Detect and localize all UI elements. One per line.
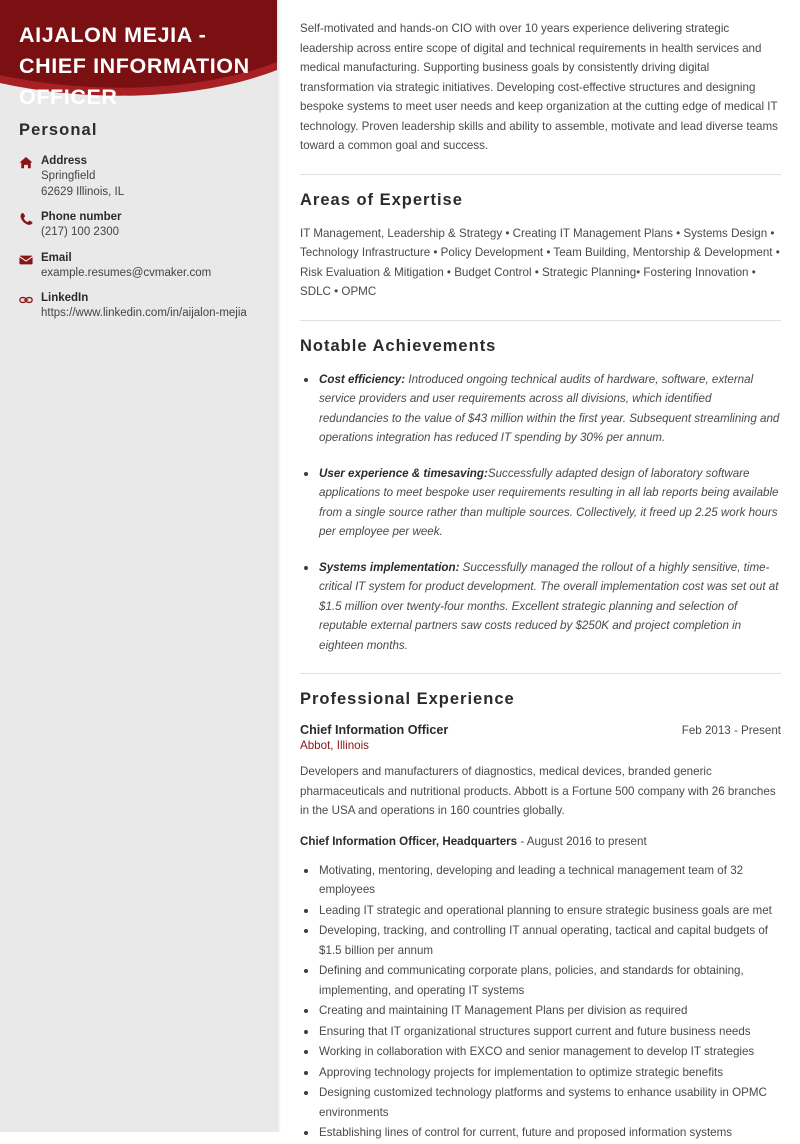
contact-label: Address (41, 155, 88, 167)
job-duties-list: Motivating, mentoring, developing and le… (300, 861, 781, 1143)
list-item: Developing, tracking, and controlling IT… (300, 921, 781, 960)
achievement-text: Successfully managed the rollout of a hi… (319, 560, 779, 652)
link-icon (19, 291, 41, 307)
contact-label: LinkedIn (41, 292, 89, 304)
section-title: Notable Achievements (300, 336, 497, 355)
profile-summary: Self-motivated and hands-on CIO with ove… (300, 22, 778, 152)
contact-text: Address Springfield 62629 Illinois, IL (41, 154, 269, 200)
list-item: Leading IT strategic and operational pla… (300, 901, 781, 921)
section-title: Areas of Expertise (300, 190, 463, 209)
list-item: User experience & timesaving:Successfull… (300, 464, 781, 542)
job-date: Feb 2013 - Present (681, 724, 781, 737)
page-title: AIJALON MEJIA - CHIEF INFORMATION OFFICE… (19, 23, 250, 109)
list-item: Defining and communicating corporate pla… (300, 961, 781, 1000)
job-header: Chief Information Officer Feb 2013 - Pre… (300, 723, 781, 737)
job-role-line: Chief Information Officer, Headquarters … (300, 835, 781, 848)
home-icon (19, 154, 41, 170)
contact-label: Email (41, 251, 72, 264)
job-role-title: Chief Information Officer, Headquarters (300, 834, 518, 848)
list-item: Motivating, mentoring, developing and le… (300, 861, 781, 900)
job-entry: Chief Information Officer Feb 2013 - Pre… (300, 723, 781, 1143)
contact-value: https://www.linkedin.com/in/aijalon-meji… (41, 307, 247, 319)
job-role-period: - August 2016 to present (517, 834, 647, 848)
contact-value: 62629 Illinois, IL (41, 185, 125, 198)
sidebar: AIJALON MEJIA - CHIEF INFORMATION OFFICE… (0, 0, 277, 1132)
achievement-lead: Cost efficiency: (319, 372, 406, 386)
contact-text: Phone number (217) 100 2300 (41, 210, 269, 241)
section-professional-experience: Professional Experience Chief Informatio… (300, 690, 781, 1143)
contact-item-linkedin: LinkedIn https://www.linkedin.com/in/aij… (19, 291, 269, 322)
job-company: Abbot, Illinois (300, 739, 369, 752)
expertise-text: IT Management, Leadership & Strategy • C… (300, 226, 780, 299)
job-title: Chief Information Officer (300, 723, 449, 737)
contact-value: example.resumes@cvmaker.com (41, 266, 212, 279)
main-content: Self-motivated and hands-on CIO with ove… (300, 0, 781, 1144)
section-notable-achievements: Notable Achievements Cost efficiency: In… (300, 337, 781, 656)
list-item: Systems implementation: Successfully man… (300, 558, 781, 656)
contact-text: Email example.resumes@cvmaker.com (41, 251, 269, 282)
list-item: Designing customized technology platform… (300, 1083, 781, 1122)
achievement-lead: Systems implementation: (319, 560, 460, 574)
envelope-icon (19, 251, 41, 267)
phone-icon (19, 210, 41, 226)
list-item: Approving technology projects for implem… (300, 1063, 781, 1083)
contact-item-phone: Phone number (217) 100 2300 (19, 210, 269, 241)
contact-value: (217) 100 2300 (41, 226, 120, 238)
contact-text: LinkedIn https://www.linkedin.com/in/aij… (41, 291, 269, 322)
achievements-list: Cost efficiency: Introduced ongoing tech… (300, 370, 781, 656)
contact-item-address: Address Springfield 62629 Illinois, IL (19, 154, 269, 200)
section-areas-of-expertise: Areas of Expertise IT Management, Leader… (300, 191, 781, 302)
section-divider (300, 173, 781, 175)
list-item: Working in collaboration with EXCO and s… (300, 1042, 781, 1062)
section-divider (300, 319, 781, 321)
contact-item-email: Email example.resumes@cvmaker.com (19, 251, 269, 282)
job-description: Developers and manufacturers of diagnost… (300, 765, 776, 817)
contact-label: Phone number (41, 211, 122, 223)
section-divider (300, 673, 781, 674)
contact-value: Springfield (41, 170, 96, 182)
list-item: Establishing lines of control for curren… (300, 1123, 781, 1143)
section-title: Professional Experience (300, 690, 515, 708)
list-item: Cost efficiency: Introduced ongoing tech… (300, 370, 781, 448)
personal-heading: Personal (19, 121, 98, 139)
list-item: Ensuring that IT organizational structur… (300, 1022, 781, 1042)
achievement-lead: User experience & timesaving: (319, 466, 488, 480)
sidebar-divider (277, 0, 281, 1132)
list-item: Creating and maintaining IT Management P… (300, 1001, 781, 1021)
sidebar-body: Personal Address Springfield 62629 Illin… (0, 110, 277, 332)
